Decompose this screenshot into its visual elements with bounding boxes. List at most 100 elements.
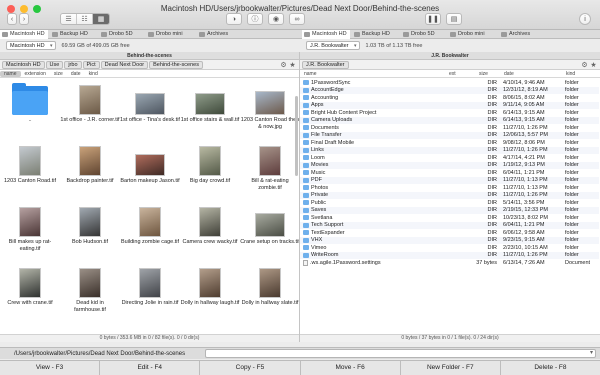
image-thumbnail[interactable]: Dead kid in farmhouse.tif bbox=[60, 266, 120, 314]
volume-tab-drobo-mini-right[interactable]: Drobo mini bbox=[448, 30, 496, 39]
image-thumbnail[interactable]: 1203 Canton Road.tif bbox=[0, 144, 60, 185]
list-item[interactable]: Svetlana DIR 10/23/13, 8:02 PM folder bbox=[300, 214, 599, 222]
settings-icon[interactable]: ⚙ bbox=[581, 61, 588, 69]
column-name[interactable]: name bbox=[300, 71, 445, 77]
find-button[interactable]: ∞ bbox=[289, 13, 305, 25]
image-thumbnail[interactable]: 1203 Canton Road then & now.jpg bbox=[240, 83, 299, 131]
volume-tab-drobo-5d-right[interactable]: Drobo 5D bbox=[401, 30, 445, 39]
column-kind[interactable]: kind bbox=[562, 71, 597, 77]
settings-icon[interactable]: ⚙ bbox=[280, 61, 287, 69]
breadcrumb-item[interactable]: Pict bbox=[82, 60, 100, 69]
column-kind[interactable]: kind bbox=[85, 71, 102, 77]
new-folder-button[interactable]: New Folder - F7 bbox=[401, 361, 501, 375]
list-item[interactable]: PDF DIR 11/27/10, 1:13 PM folder bbox=[300, 176, 599, 184]
star-icon[interactable]: ★ bbox=[590, 61, 597, 69]
breadcrumb-item[interactable]: Behind-the-scenes bbox=[149, 60, 203, 69]
view-button[interactable]: View - F3 bbox=[0, 361, 101, 375]
breadcrumb-item[interactable]: Dead Next Door bbox=[100, 60, 149, 69]
parent-folder-item[interactable]: .. bbox=[0, 83, 60, 124]
volume-tab-backup-hd[interactable]: Backup HD bbox=[50, 30, 96, 39]
move-button[interactable]: Move - F6 bbox=[301, 361, 401, 375]
column-date[interactable]: date bbox=[67, 71, 85, 77]
image-thumbnail[interactable]: Crane setup on tracks.tif bbox=[240, 205, 299, 246]
volume-tab-backup-hd-right[interactable]: Backup HD bbox=[352, 30, 398, 39]
list-item[interactable]: Apps DIR 9/11/14, 9:05 AM folder bbox=[300, 101, 599, 109]
breadcrumb-item[interactable]: Use bbox=[45, 60, 64, 69]
column-date[interactable]: date bbox=[500, 71, 562, 77]
list-view-icon[interactable]: ☰ bbox=[61, 14, 77, 24]
toggle-hidden-button[interactable]: ◑ bbox=[226, 13, 242, 25]
list-item[interactable]: WriteRoom DIR 11/27/10, 1:26 PM folder bbox=[300, 251, 599, 259]
list-item[interactable]: TextExpander DIR 6/06/12, 9:58 AM folder bbox=[300, 229, 599, 237]
list-item-kind: folder bbox=[565, 244, 579, 251]
image-thumbnail[interactable]: Bill & rat-eating zombie.tif bbox=[240, 144, 299, 192]
image-thumbnail[interactable]: Directing Jolie in rain.tif bbox=[120, 266, 180, 307]
column-ext[interactable]: ext bbox=[445, 71, 475, 77]
dual-pane-button[interactable]: ❚❚ bbox=[425, 13, 441, 25]
info-button[interactable]: ⓘ bbox=[247, 13, 263, 25]
column-extension[interactable]: extension bbox=[21, 71, 50, 77]
list-item[interactable]: Photos DIR 11/27/10, 1:13 PM folder bbox=[300, 184, 599, 192]
breadcrumb-item[interactable]: jrbo bbox=[64, 60, 82, 69]
forward-button[interactable]: › bbox=[19, 13, 29, 25]
breadcrumb-item[interactable]: Macintosh HD bbox=[2, 60, 45, 69]
column-name[interactable]: name bbox=[0, 70, 21, 77]
image-thumbnail[interactable]: 1st office stairs & wall.tif bbox=[180, 83, 240, 124]
detail-view-icon[interactable]: ☷ bbox=[77, 14, 93, 24]
column-size[interactable]: size bbox=[50, 71, 67, 77]
image-thumbnail[interactable]: Backdrop painter.tif bbox=[60, 144, 120, 185]
list-item[interactable]: Vimeo DIR 2/23/10, 10:15 AM folder bbox=[300, 244, 599, 252]
list-item[interactable]: Bright Hub Content Project DIR 6/14/13, 9:… bbox=[300, 109, 599, 117]
edit-button[interactable]: Edit - F4 bbox=[100, 361, 201, 375]
image-thumbnail[interactable]: Bob Hudson.tif bbox=[60, 205, 120, 246]
list-item[interactable]: VHX DIR 9/23/15, 9:15 AM folder bbox=[300, 236, 599, 244]
list-item[interactable]: AccountEdge DIR 12/31/12, 8:19 AM folder bbox=[300, 86, 599, 94]
image-thumbnail[interactable]: Big day crowd.tif bbox=[180, 144, 240, 185]
list-item[interactable]: Public DIR 5/14/11, 3:56 PM folder bbox=[300, 199, 599, 207]
copy-button[interactable]: Copy - F5 bbox=[200, 361, 301, 375]
list-item[interactable]: Tech Support DIR 6/04/11, 1:21 PM folder bbox=[300, 221, 599, 229]
volume-tab-macintosh-hd-right[interactable]: Macintosh HD bbox=[302, 30, 350, 39]
volume-tab-drobo-mini[interactable]: Drobo mini bbox=[146, 30, 194, 39]
image-thumbnail[interactable]: Bill makes up rat-eating.tif bbox=[0, 205, 60, 253]
image-thumbnail[interactable]: Barton makeup Jason.tif bbox=[120, 144, 180, 185]
left-scrollbar[interactable] bbox=[295, 96, 298, 176]
image-thumbnail[interactable]: Camera crew wacky.tif bbox=[180, 205, 240, 246]
command-line-input[interactable] bbox=[205, 349, 596, 358]
image-thumbnail[interactable]: Building zombie cage.tif bbox=[120, 205, 180, 246]
list-item[interactable]: Saves DIR 2/19/15, 12:33 PM folder bbox=[300, 206, 599, 214]
list-item[interactable]: Music DIR 6/04/11, 1:21 PM folder bbox=[300, 169, 599, 177]
image-thumbnail[interactable]: Crew with crane.tif bbox=[0, 266, 60, 307]
view-mode-control[interactable]: ☰ ☷ ▦ bbox=[60, 13, 110, 25]
list-item[interactable]: Final Draft Mobile DIR 9/08/12, 8:06 PM fol… bbox=[300, 139, 599, 147]
list-item[interactable]: Loom DIR 4/17/14, 4:21 PM folder bbox=[300, 154, 599, 162]
image-thumbnail[interactable]: Dolly in hallway slate.tif bbox=[240, 266, 299, 307]
right-drive-select[interactable]: J.R. Bookwalter bbox=[306, 41, 360, 50]
list-item[interactable]: 1PasswordSync DIR 4/10/14, 9:46 AM folder bbox=[300, 79, 599, 87]
list-item[interactable]: Private DIR 11/27/10, 1:26 PM folder bbox=[300, 191, 599, 199]
preview-button[interactable]: ◉ bbox=[268, 13, 284, 25]
list-item[interactable]: File Transfer DIR 12/06/13, 5:57 PM folder bbox=[300, 131, 599, 139]
list-item[interactable]: Camera Uploads DIR 6/14/13, 9:15 AM folder bbox=[300, 116, 599, 124]
back-button[interactable]: ‹ bbox=[7, 13, 17, 25]
drive-button[interactable]: ▤ bbox=[446, 13, 462, 25]
about-button[interactable]: i bbox=[579, 13, 591, 25]
list-item[interactable]: Documents DIR 11/27/10, 1:26 PM folder bbox=[300, 124, 599, 132]
volume-tab-drobo-5d[interactable]: Drobo 5D bbox=[99, 30, 143, 39]
image-thumbnail[interactable]: 1st office - J.R. corner.tif bbox=[60, 83, 120, 124]
list-item[interactable]: .ws.agile.1Password.settings 37 bytes 6/13… bbox=[300, 259, 599, 267]
list-item[interactable]: Movies DIR 1/19/12, 9:13 PM folder bbox=[300, 161, 599, 169]
column-size[interactable]: size bbox=[475, 71, 500, 77]
image-thumbnail[interactable]: Dolly in hallway laugh.tif bbox=[180, 266, 240, 307]
star-icon[interactable]: ★ bbox=[289, 61, 296, 69]
thumbnail-view-icon[interactable]: ▦ bbox=[93, 14, 109, 24]
list-item[interactable]: Accounting DIR 8/06/15, 8:02 AM folder bbox=[300, 94, 599, 102]
delete-button[interactable]: Delete - F8 bbox=[501, 361, 600, 375]
list-item[interactable]: Links DIR 11/27/10, 1:26 PM folder bbox=[300, 146, 599, 154]
volume-tab-archives[interactable]: Archives bbox=[197, 30, 242, 39]
left-drive-select[interactable]: Macintosh HD bbox=[6, 41, 56, 50]
image-thumbnail[interactable]: 1st office - Tina's desk.tif bbox=[120, 83, 180, 124]
volume-tab-macintosh-hd[interactable]: Macintosh HD bbox=[0, 30, 48, 39]
breadcrumb-item[interactable]: J.R. Bookwalter bbox=[302, 60, 349, 69]
volume-tab-archives-right[interactable]: Archives bbox=[499, 30, 544, 39]
